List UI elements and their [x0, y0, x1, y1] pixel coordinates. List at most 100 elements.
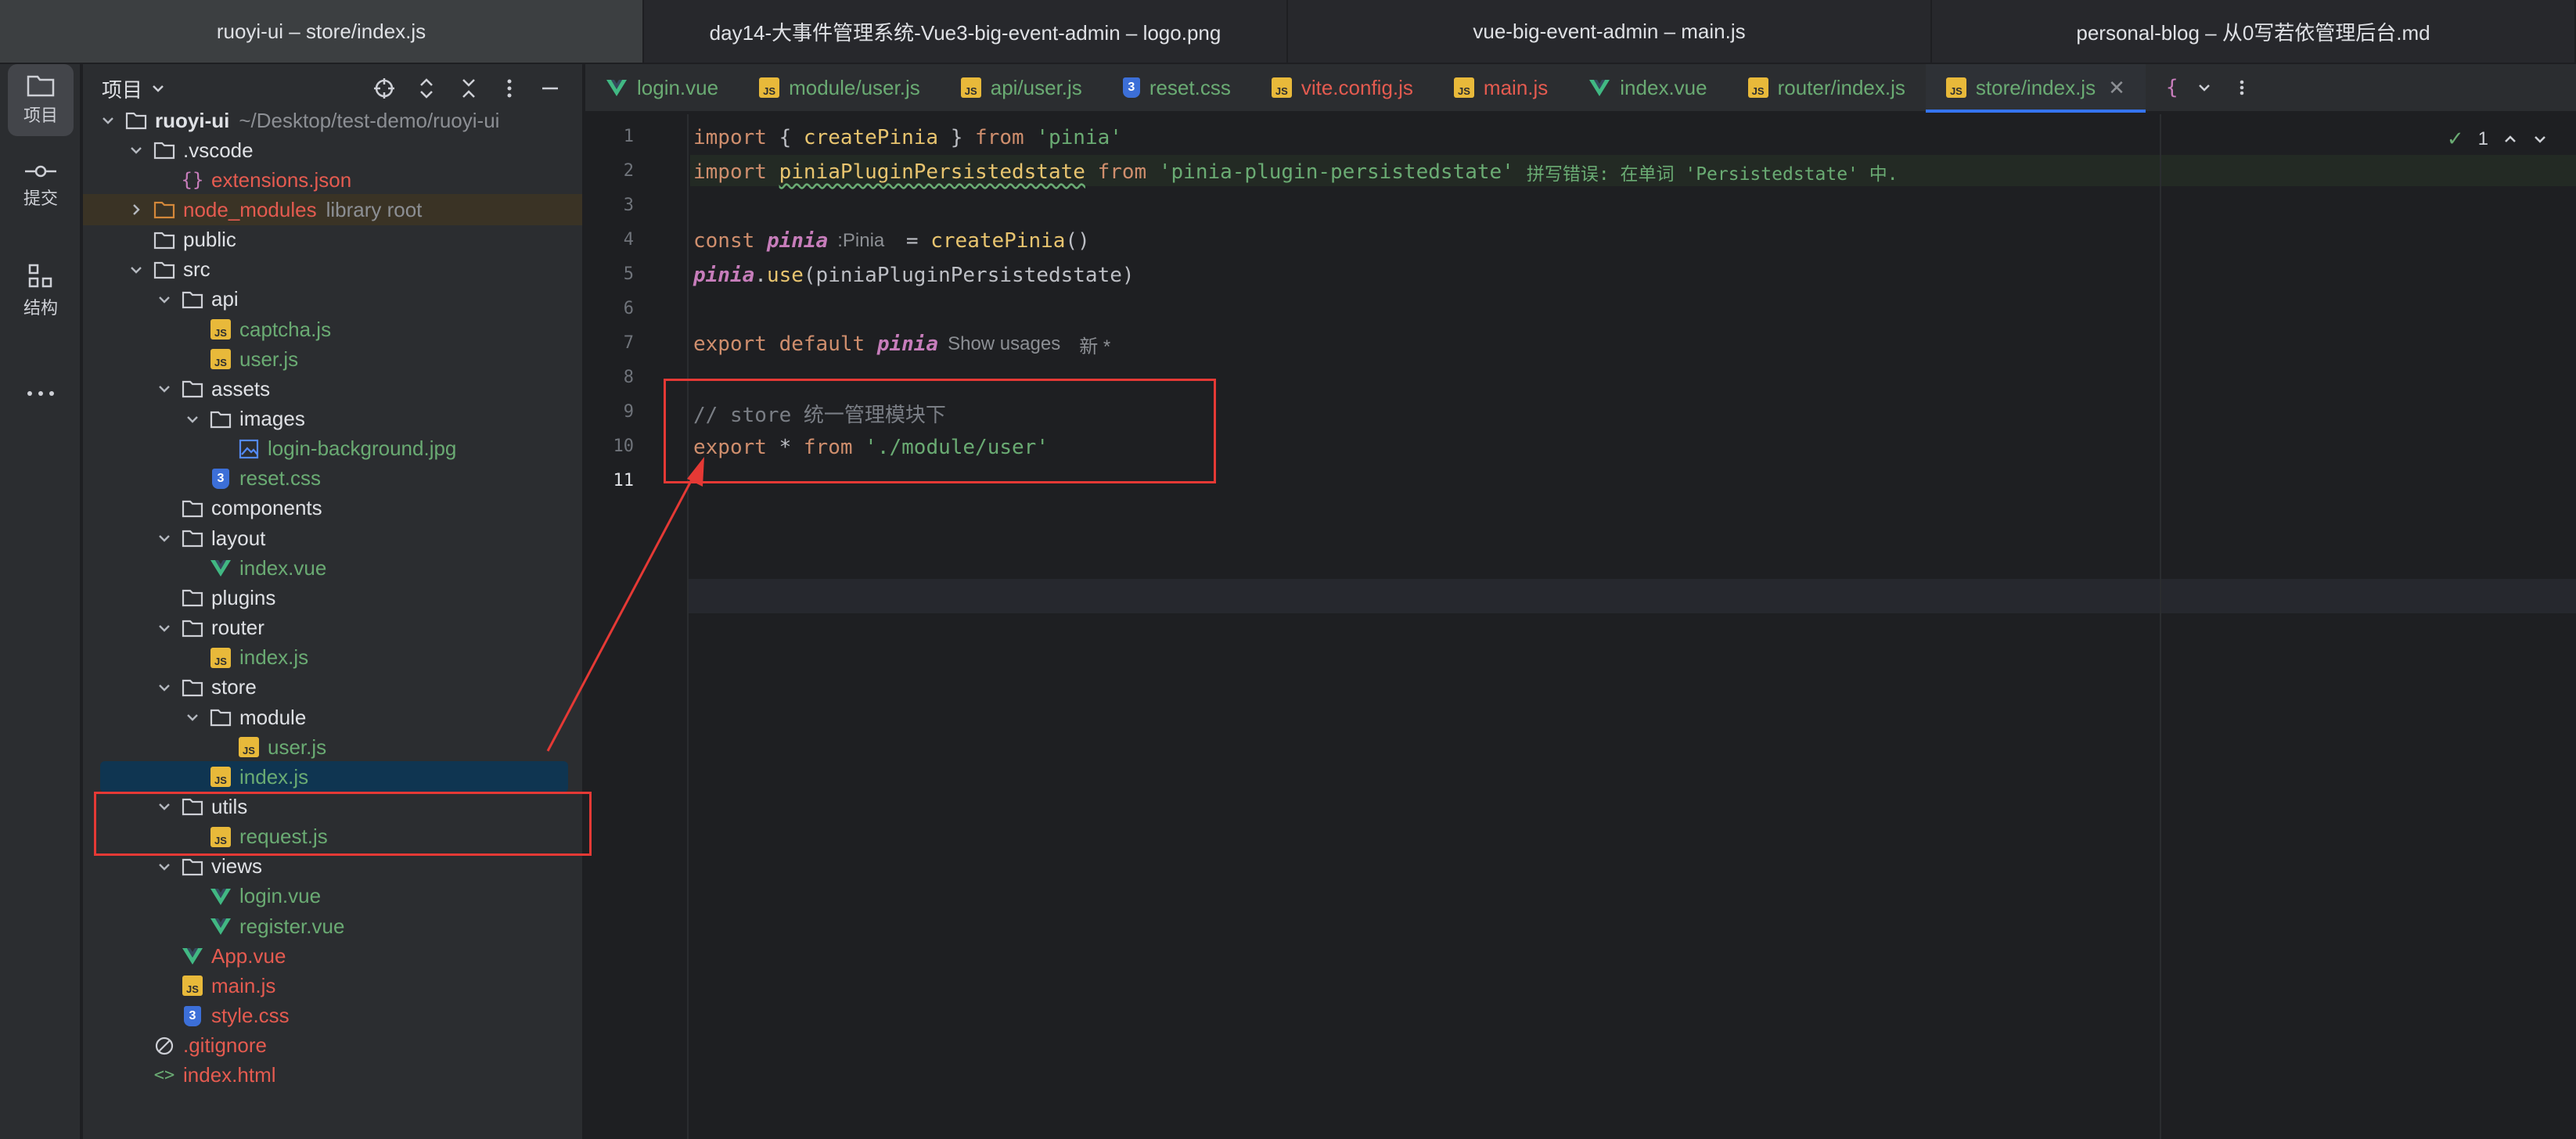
code-line[interactable]: import piniaPluginPersistedstate from 'p…	[693, 155, 1898, 189]
chevron-right-icon[interactable]	[127, 200, 146, 219]
inspection-widget[interactable]: ✓ 1	[2447, 127, 2548, 151]
tree-folder--vscode[interactable]: .vscode	[83, 135, 582, 166]
activity-project-button[interactable]: 项目	[8, 64, 74, 136]
tree-item-label: ruoyi-ui	[155, 108, 230, 132]
editor-tab-vite-config-js[interactable]: JS vite.config.js	[1251, 64, 1434, 111]
tree-file-login-background-jpg[interactable]: login-background.jpg	[83, 433, 582, 465]
editor-tab-index-vue[interactable]: index.vue	[1568, 64, 1727, 111]
code-token: default	[779, 332, 865, 356]
tree-file-app-vue[interactable]: App.vue	[83, 940, 582, 972]
editor-tab-reset-css[interactable]: 3 reset.css	[1103, 64, 1251, 111]
collapse-all-icon[interactable]	[457, 77, 480, 100]
annotation-box-code	[664, 379, 1216, 483]
tree-file-index-html[interactable]: <> index.html	[83, 1060, 582, 1091]
tree-folder-router[interactable]: router	[83, 613, 582, 644]
chevron-down-icon[interactable]	[155, 529, 174, 548]
tree-folder-ruoyi-ui[interactable]: ruoyi-ui ~/Desktop/test-demo/ruoyi-ui	[83, 105, 582, 136]
editor-tab-login-vue[interactable]: login.vue	[585, 64, 739, 111]
minimize-icon[interactable]	[538, 77, 562, 100]
project-panel-title[interactable]: 项目	[102, 74, 142, 103]
tree-file-index-vue[interactable]: index.vue	[83, 552, 582, 584]
editor-tab-router-index-js[interactable]: JS router/index.js	[1728, 64, 1926, 111]
tree-folder-node-modules[interactable]: node_modules library root	[83, 194, 582, 226]
locate-target-icon[interactable]	[372, 77, 396, 100]
code-line[interactable]: const pinia:Pinia = createPinia()	[693, 224, 1090, 258]
activity-commit-button[interactable]: 提交	[8, 150, 74, 222]
tree-item-hint: library root	[326, 197, 423, 221]
activity-structure-button[interactable]: 结构	[8, 255, 74, 327]
code-line[interactable]: export default pinia Show usages 新 *	[693, 327, 1120, 361]
chevron-down-icon[interactable]	[155, 290, 174, 309]
chevron-down-icon[interactable]	[155, 619, 174, 638]
tree-folder-store[interactable]: store	[83, 672, 582, 703]
inlay-hint[interactable]: 新 *	[1079, 331, 1110, 358]
tree-folder-images[interactable]: images	[83, 404, 582, 435]
tree-item-label: module	[239, 705, 307, 729]
tree-folder-src[interactable]: src	[83, 254, 582, 286]
chevron-down-icon[interactable]	[127, 141, 146, 160]
tree-file-user-js[interactable]: JS user.js	[83, 731, 582, 763]
css-file-icon: 3	[212, 468, 229, 489]
editor-tab-api-user-js[interactable]: JS api/user.js	[941, 64, 1103, 111]
js-file-icon: JS	[182, 976, 203, 997]
tree-folder-api[interactable]: api	[83, 284, 582, 315]
tree-file-style-css[interactable]: 3 style.css	[83, 1001, 582, 1032]
js-file-icon: JS	[1453, 77, 1474, 98]
chevron-up-icon[interactable]	[2502, 131, 2518, 147]
expand-all-icon[interactable]	[415, 77, 438, 100]
chevron-down-icon[interactable]	[183, 410, 202, 429]
tree-file-index-js[interactable]: JS index.js	[100, 761, 568, 793]
tree-file-main-js[interactable]: JS main.js	[83, 970, 582, 1001]
inlay-hint[interactable]: Show usages	[948, 333, 1060, 355]
chevron-down-icon[interactable]	[2532, 131, 2548, 147]
window-tab-personal-blog[interactable]: personal-blog – 从0写若依管理后台.md	[1932, 0, 2576, 63]
check-icon: ✓	[2446, 127, 2464, 150]
folder-icon	[182, 679, 203, 696]
tree-folder-assets[interactable]: assets	[83, 373, 582, 404]
tree-file-extensions-json[interactable]: {} extensions.json	[83, 164, 582, 196]
activity-structure-label: 结构	[23, 298, 58, 318]
tree-file-captcha-js[interactable]: JS captcha.js	[83, 314, 582, 345]
line-number: 1	[623, 127, 634, 146]
js-file-icon: JS	[1271, 77, 1292, 98]
activity-more-button[interactable]	[8, 360, 74, 432]
line-number: 2	[623, 161, 634, 181]
chevron-down-icon[interactable]	[127, 260, 146, 279]
tree-folder-public[interactable]: public	[83, 225, 582, 256]
window-tab-big-event-admin-logo[interactable]: day14-大事件管理系统-Vue3-big-event-admin – log…	[644, 0, 1288, 63]
tree-file-login-vue[interactable]: login.vue	[83, 881, 582, 912]
chevron-down-icon[interactable]	[2196, 79, 2213, 96]
editor-tab-main-js[interactable]: JS main.js	[1434, 64, 1568, 111]
tree-folder-components[interactable]: components	[83, 493, 582, 524]
code-editor[interactable]: 1 2 3 4 5 6 7 8 9 10 11 import { createPinia } fro…	[585, 114, 2576, 1139]
structure-icon	[28, 264, 52, 288]
editor-tab-module-user-js[interactable]: JS module/user.js	[739, 64, 941, 111]
editor-tab-overflow[interactable]: {	[2146, 64, 2271, 111]
code-line[interactable]: pinia. use (piniaPluginPersistedstate)	[693, 258, 1135, 293]
inlay-hint[interactable]: :Pinia	[837, 230, 884, 252]
close-icon[interactable]: ✕	[2108, 76, 2125, 100]
tree-file--gitignore[interactable]: .gitignore	[83, 1030, 582, 1062]
tree-item-label: main.js	[211, 973, 276, 997]
code-line[interactable]: import { createPinia } from 'pinia'	[693, 120, 1122, 155]
chevron-down-icon[interactable]	[99, 111, 117, 130]
tree-folder-plugins[interactable]: plugins	[83, 582, 582, 613]
tree-folder-layout[interactable]: layout	[83, 523, 582, 554]
window-tab-vue-big-event-admin[interactable]: vue-big-event-admin – main.js	[1288, 0, 1932, 63]
tree-folder-module[interactable]: module	[83, 702, 582, 733]
more-vertical-icon[interactable]	[2233, 79, 2250, 96]
more-vertical-icon[interactable]	[498, 77, 521, 100]
chevron-down-icon[interactable]	[155, 678, 174, 697]
chevron-down-icon[interactable]	[183, 708, 202, 727]
window-tab-ruoyi-ui[interactable]: ruoyi-ui – store/index.js	[0, 0, 644, 63]
tree-file-reset-css[interactable]: 3 reset.css	[83, 463, 582, 494]
tree-file-user-js[interactable]: JS user.js	[83, 343, 582, 375]
editor-tab-store-index-js[interactable]: JS store/index.js ✕	[1925, 64, 2146, 113]
chevron-down-icon[interactable]	[155, 379, 174, 398]
tree-file-index-js[interactable]: JS index.js	[83, 642, 582, 674]
editor-tab-label: index.vue	[1620, 75, 1707, 99]
tree-file-register-vue[interactable]: register.vue	[83, 911, 582, 942]
chevron-down-icon[interactable]	[155, 857, 174, 876]
chevron-down-icon[interactable]	[150, 81, 166, 96]
